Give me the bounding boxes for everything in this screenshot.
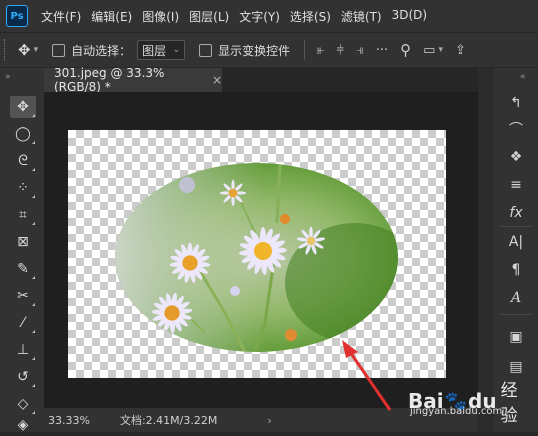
chevron-down-icon[interactable]: ▾ [438,45,443,55]
workspace-icon[interactable]: ▭ [423,43,435,58]
divider [500,314,532,315]
paths-icon[interactable]: ⌒ [504,118,528,140]
menu-filter[interactable]: 滤镜(T) [336,8,387,25]
chevron-down-icon[interactable]: ▾ [34,45,39,55]
align-center-icon[interactable]: ⫩ [336,43,343,58]
baidu-jingyan-watermark: Bai 🐾 du 经验 jingyan.baidu.com [408,372,534,428]
menu-select[interactable]: 选择(S) [285,8,336,25]
frame-icon[interactable]: ⊠ [10,231,36,253]
canvas-area [44,92,478,408]
brush-icon[interactable]: ⁄ [10,312,36,334]
expand-panels-icon[interactable]: « [520,72,526,82]
move-icon[interactable]: ✥ [10,96,36,118]
menu-3d[interactable]: 3D(D) [387,8,432,25]
menu-image[interactable]: 图像(I) [137,8,184,25]
healing-brush-icon[interactable]: ✂ [10,285,36,307]
zoom-level[interactable]: 33.33% [48,414,90,427]
document-tab[interactable]: 301.jpeg @ 33.3%(RGB/8) * × [44,66,222,94]
history-icon[interactable]: ↰ [504,92,528,114]
elliptical-photo [115,163,398,352]
document-size: 文档:2.41M/3.22M [119,414,218,427]
tools-panel: » ✥ ◯ ᘓ ⁘ ⌗ ⊠ ✎ ✂ ⁄ ⊥ ↺ ◇ ◈ [0,68,44,433]
lasso-icon[interactable]: ᘓ [10,150,36,172]
channels-icon[interactable]: ❖ [504,146,528,168]
close-icon[interactable]: × [212,73,222,87]
gradient-icon[interactable]: ▣ [504,326,528,348]
watermark-brand: Bai 🐾 du 经验 [408,381,518,426]
share-icon[interactable]: ⇪ [455,43,466,58]
auto-select-dropdown[interactable]: 图层 ⌄ [137,40,186,60]
show-transform-label: 显示变换控件 [218,43,291,58]
options-bar-grip[interactable] [4,39,8,61]
menu-edit[interactable]: 编辑(E) [86,8,137,25]
paragraph-icon[interactable]: ¶ [504,259,528,281]
document-tab-title: 301.jpeg @ 33.3%(RGB/8) * [54,66,165,94]
crop-icon[interactable]: ⌗ [10,204,36,226]
align-left-icon[interactable]: ⫦ [317,43,324,58]
stamp-icon[interactable]: ⊥ [10,339,36,361]
options-bar: ✥ ▾ 自动选择： 图层 ⌄ 显示变换控件 ⫦ ⫩ ⫣ ··· ⚲ ▭ ▾ ⇪ [0,32,538,67]
photoshop-logo: Ps [6,5,28,27]
divider [304,40,306,60]
menu-bar: Ps 文件(F) 编辑(E) 图像(I) 图层(L) 文字(Y) 选择(S) 滤… [0,0,538,32]
show-transform-checkbox[interactable] [199,43,213,57]
adjustments-icon[interactable]: ≡ [504,174,528,196]
tools-panel-header: » [0,68,44,86]
fx-icon[interactable]: fx [504,202,528,224]
menu-file[interactable]: 文件(F) [36,8,86,25]
menu-items: 文件(F) 编辑(E) 图像(I) 图层(L) 文字(Y) 选择(S) 滤镜(T… [36,8,432,25]
document-canvas[interactable] [68,130,446,378]
search-icon[interactable]: ⚲ [400,41,411,59]
document-tab-bar: 301.jpeg @ 33.3%(RGB/8) * × [44,66,478,94]
panel-dock-header: « [494,68,538,86]
more-options-icon[interactable]: ··· [376,43,388,58]
character-icon[interactable]: A| [504,231,528,253]
glyphs-icon[interactable]: A [504,287,528,309]
chevron-down-icon: ⌄ [172,45,181,55]
paint-bucket-icon[interactable]: ◈ [10,414,36,436]
divider [500,226,532,227]
align-right-icon[interactable]: ⫣ [356,43,364,58]
status-menu-arrow-icon[interactable]: › [267,414,271,427]
history-brush-icon[interactable]: ↺ [10,366,36,388]
elliptical-marquee-icon[interactable]: ◯ [10,123,36,145]
move-tool-preset-icon[interactable]: ✥ [18,41,31,59]
quick-select-icon[interactable]: ⁘ [10,177,36,199]
menu-layer[interactable]: 图层(L) [184,8,234,25]
auto-select-value: 图层 [142,43,167,58]
eraser-icon[interactable]: ◇ [10,393,36,415]
eyedropper-icon[interactable]: ✎ [10,258,36,280]
menu-type[interactable]: 文字(Y) [234,8,285,25]
collapse-icon[interactable]: » [5,72,11,82]
auto-select-label: 自动选择： [71,43,132,58]
watermark-url: jingyan.baidu.com [410,406,503,417]
auto-select-checkbox[interactable] [52,43,66,57]
